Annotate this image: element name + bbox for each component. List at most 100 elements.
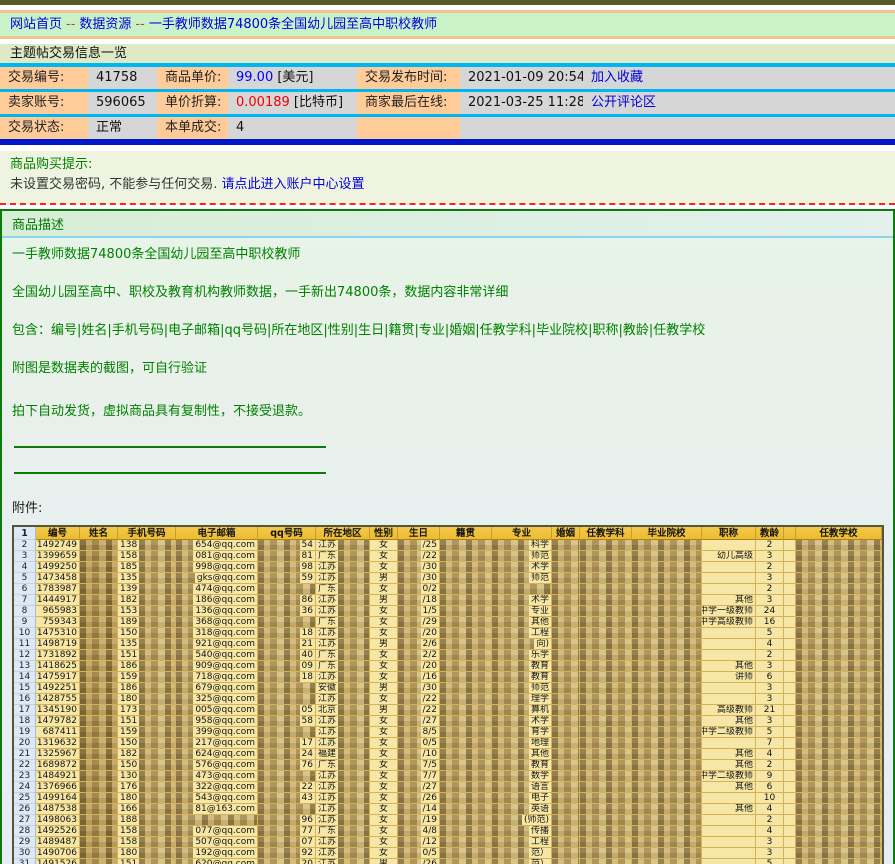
sheet-cell-major: 算机 (492, 705, 552, 716)
cell-text: 22 (300, 782, 315, 793)
sheet-cell-subject (580, 584, 632, 595)
blur-patch (338, 562, 369, 572)
sheet-cell-marriage (552, 595, 580, 606)
breadcrumb-item[interactable]: 一手教师数据74800条全国幼儿园至高中职校教师 (149, 17, 437, 32)
sheet-cell-id: 1498063 (36, 815, 80, 826)
sheet-cell-gender: 男 (370, 683, 398, 694)
blur-patch (580, 848, 631, 858)
cell-text: 159 (118, 672, 139, 683)
blur-patch (176, 848, 193, 858)
breadcrumb-item[interactable]: 网站首页 (10, 17, 62, 32)
cell-text: 江苏 (316, 628, 338, 639)
sheet-cell-email: 654@qq.com (176, 540, 258, 551)
cell-text: /12 (421, 837, 439, 848)
sheet-cell-birth: 7/5 (398, 760, 440, 771)
sheet-cell-email: 136@qq.com (176, 606, 258, 617)
sheet-cell-years: 4 (756, 639, 784, 650)
cell-text: 158 (118, 826, 139, 837)
breadcrumb-item[interactable]: 数据资源 (79, 17, 131, 32)
blur-patch (139, 738, 175, 748)
cell-text: 2 (765, 584, 775, 595)
blur-patch (440, 562, 491, 572)
public-comments-link[interactable]: 公开评论区 (591, 95, 656, 110)
sheet-cell-rank (702, 859, 756, 864)
sheet-cell-phone: 135 (118, 639, 176, 650)
sheet-cell-gender: 女 (370, 804, 398, 815)
sheet-cell-name (80, 606, 118, 617)
cell-text: 高级教师 (715, 705, 755, 716)
blur-patch (580, 551, 631, 561)
cell-text: 女 (377, 804, 390, 815)
blur-patch (398, 694, 421, 704)
blur-patch (580, 826, 631, 836)
blur-patch (440, 771, 491, 781)
sheet-cell-email: 921@qq.com (176, 639, 258, 650)
sheet-cell-jiguan (440, 551, 492, 562)
sheet-cell-rank (702, 683, 756, 694)
sheet-cell-major: 专业 (492, 606, 552, 617)
cell-text: 24 (17, 782, 32, 793)
blur-patch (580, 793, 631, 803)
sheet-cell-phone: 185 (118, 562, 176, 573)
sheet-cell-college (632, 815, 702, 826)
cell-text: /29 (421, 617, 439, 628)
blur-patch (258, 793, 300, 803)
sheet-cell-years: 3 (756, 661, 784, 672)
blur-patch (176, 727, 193, 737)
sheet-cell-marriage (552, 606, 580, 617)
sheet-cell-college (632, 705, 702, 716)
sheet-cell-subject (580, 804, 632, 815)
cell-text: 8 (20, 606, 30, 617)
sheet-cell-name (80, 562, 118, 573)
blur-patch (632, 617, 701, 627)
sheet-cell-gender: 女 (370, 661, 398, 672)
sheet-cell-gap (784, 804, 796, 815)
sheet-cell-gender: 性别 (370, 527, 398, 540)
sheet-cell-jiguan (440, 837, 492, 848)
sheet-cell-college (632, 573, 702, 584)
cell-text: 江苏 (316, 804, 338, 815)
sheet-cell-marriage (552, 749, 580, 760)
sheet-cell-gap (784, 606, 796, 617)
sheet-cell-id: 1492526 (36, 826, 80, 837)
blur-patch (258, 771, 315, 781)
blur-patch (492, 694, 529, 704)
sheet-cell-gender: 女 (370, 562, 398, 573)
cell-text: 师范 (529, 551, 551, 562)
cell-text: 2 (20, 540, 30, 551)
sheet-cell-birth: 4/8 (398, 826, 440, 837)
sheet-cell-birth: /16 (398, 672, 440, 683)
blur-patch (258, 639, 300, 649)
blur-patch (338, 738, 369, 748)
sheet-cell-email: 186@qq.com (176, 595, 258, 606)
blur-patch (139, 804, 175, 814)
sheet-cell-gender: 女 (370, 540, 398, 551)
sheet-cell-college (632, 749, 702, 760)
blur-patch (338, 540, 369, 550)
cell-text: 教育 (529, 760, 551, 771)
sheet-cell-gap (784, 848, 796, 859)
cell-text: 15 (17, 683, 32, 694)
sheet-cell-years: 2 (756, 760, 784, 771)
cell-text: 中学一级教师 (702, 606, 755, 617)
sheet-cell-email: 318@qq.com (176, 628, 258, 639)
sheet-cell-years: 2 (756, 562, 784, 573)
blur-patch (440, 727, 491, 737)
sheet-cell-marriage (552, 584, 580, 595)
sheet-cell-name (80, 639, 118, 650)
cell-text: 1491526 (36, 859, 79, 864)
description-paragraph-1: 一手教师数据74800条全国幼儿园至高中职校教师 (12, 246, 883, 263)
blur-patch (492, 683, 529, 693)
unit-price-value: 99.00 [美元] (228, 67, 357, 89)
cell-text: 166 (118, 804, 139, 815)
sheet-row: 301490706180192@qq.com92江苏女0/5范）3 (14, 848, 882, 859)
add-favorite-link[interactable]: 加入收藏 (591, 70, 643, 85)
sheet-cell-region: 福建 (316, 749, 370, 760)
blur-patch (398, 639, 421, 649)
sheet-row: 161428755180325@qq.com江苏女/22理学3 (14, 694, 882, 705)
account-settings-link[interactable]: 请点此进入账户中心设置 (222, 177, 365, 192)
blur-patch (398, 727, 421, 737)
sheet-cell-work (796, 650, 882, 661)
status-value: 正常 (88, 117, 157, 139)
sheet-cell-marriage (552, 738, 580, 749)
